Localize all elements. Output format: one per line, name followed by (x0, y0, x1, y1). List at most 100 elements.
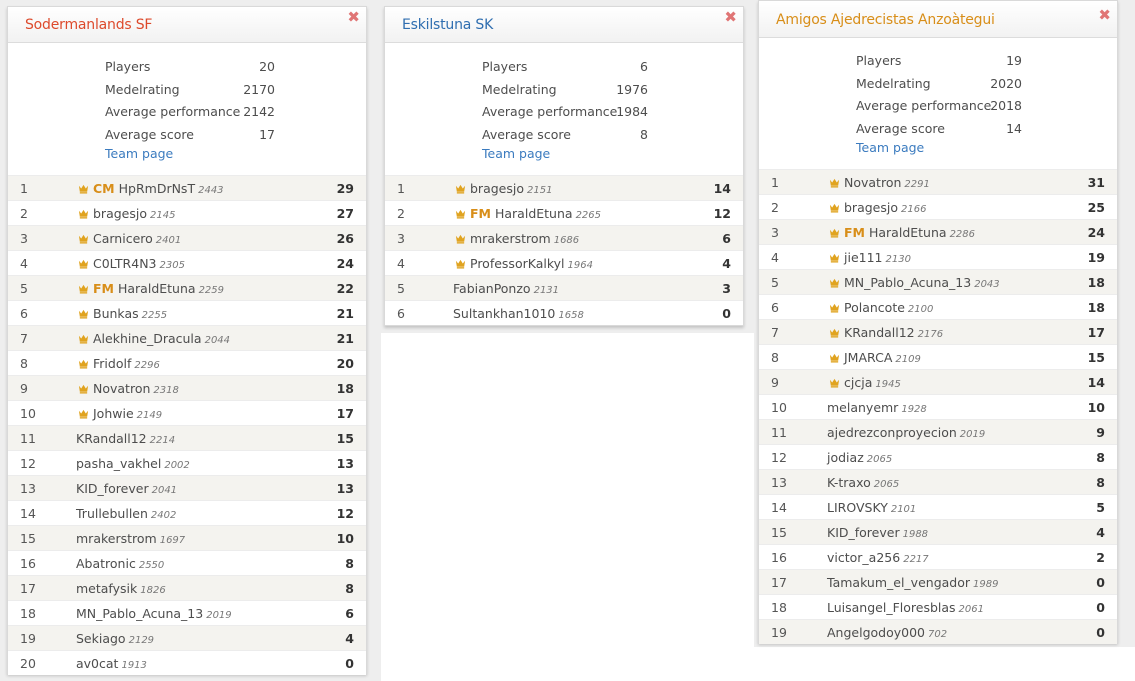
player-name: Novatron (93, 381, 151, 396)
player-name: Tamakum_el_vengador (827, 575, 971, 590)
player-rank: 4 (20, 256, 28, 271)
player-row: 10 melanyemr 1928 10 (759, 394, 1117, 419)
player-link[interactable]: CM HpRmDrNsT 2443 (78, 176, 224, 203)
player-row: 6 Polancote 2100 18 (759, 294, 1117, 319)
player-name: Novatron (844, 175, 902, 190)
player-link[interactable]: jie111 2130 (829, 245, 911, 272)
player-link[interactable]: Polancote 2100 (829, 295, 933, 322)
player-score: 21 (336, 331, 354, 346)
player-name: Trullebullen (76, 506, 148, 521)
player-rating: 2131 (533, 285, 560, 296)
player-rating: 2166 (901, 204, 927, 215)
player-score: 0 (1096, 600, 1105, 615)
player-link[interactable]: Bunkas 2255 (78, 301, 167, 328)
player-link[interactable]: C0LTR4N3 2305 (78, 251, 185, 278)
player-link[interactable]: Tamakum_el_vengador 1989 (827, 570, 998, 597)
player-link[interactable]: ProfessorKalkyl 1964 (455, 251, 593, 278)
player-rank: 9 (771, 375, 779, 390)
player-link[interactable]: bragesjo 2151 (455, 176, 552, 203)
player-score: 24 (336, 256, 354, 271)
player-link[interactable]: cjcja 1945 (829, 370, 901, 397)
player-link[interactable]: ajedrezconproyecion 2019 (827, 420, 985, 447)
player-link[interactable]: metafysik 1826 (76, 576, 166, 603)
player-score: 18 (336, 381, 354, 396)
player-row: 14 LIROVSKY 2101 5 (759, 494, 1117, 519)
team-page-link[interactable]: Team page (856, 140, 924, 155)
player-rank: 19 (20, 631, 36, 646)
stat-average-performance: Average performance 2018 (856, 95, 1022, 118)
player-row: 17 metafysik 1826 8 (8, 575, 366, 600)
player-row: 4 ProfessorKalkyl 1964 4 (385, 250, 743, 275)
player-score: 10 (336, 531, 354, 546)
player-link[interactable]: Novatron 2318 (78, 376, 179, 403)
player-rank: 17 (771, 575, 787, 590)
player-rank: 4 (397, 256, 405, 271)
player-rank: 5 (20, 281, 28, 296)
player-link[interactable]: bragesjo 2166 (829, 195, 926, 222)
close-icon[interactable]: ✖ (347, 10, 360, 25)
player-link[interactable]: mrakerstrom 1686 (455, 226, 579, 253)
player-rank: 19 (771, 625, 787, 640)
player-link[interactable]: Novatron 2291 (829, 170, 930, 197)
stat-value-players: 20 (259, 59, 275, 74)
player-link[interactable]: MN_Pablo_Acuna_13 2019 (76, 601, 232, 628)
player-link[interactable]: Trullebullen 2402 (76, 501, 176, 528)
player-rank: 12 (771, 450, 787, 465)
team-page-link[interactable]: Team page (105, 146, 173, 161)
player-name: Sekiago (76, 631, 126, 646)
team-card-amigos-ajedrecistas: Amigos Ajedrecistas Anzoàtegui ✖ Players… (758, 0, 1118, 644)
player-link[interactable]: Carnicero 2401 (78, 226, 181, 253)
stat-label-players: Players (856, 53, 902, 68)
player-link[interactable]: JMARCA 2109 (829, 345, 921, 372)
player-link[interactable]: Fridolf 2296 (78, 351, 160, 378)
player-row: 2 bragesjo 2145 27 (8, 200, 366, 225)
player-link[interactable]: KRandall12 2214 (76, 426, 175, 453)
player-link[interactable]: melanyemr 1928 (827, 395, 927, 422)
stat-average-score: Average score 17 (105, 124, 275, 147)
player-link[interactable]: Abatronic 2550 (76, 551, 164, 578)
player-link[interactable]: Angelgodoy000 702 (827, 620, 947, 647)
player-rating: 2214 (149, 435, 176, 446)
player-rating: 2065 (866, 454, 893, 465)
player-link[interactable]: Sekiago 2129 (76, 626, 154, 653)
team-name[interactable]: Sodermanlands SF (25, 17, 152, 33)
player-link[interactable]: FM HaraldEtuna 2259 (78, 276, 224, 303)
player-link[interactable]: pasha_vakhel 2002 (76, 451, 190, 478)
player-link[interactable]: bragesjo 2145 (78, 201, 175, 228)
player-link[interactable]: K-traxo 2065 (827, 470, 899, 497)
player-link[interactable]: FM HaraldEtuna 2286 (829, 220, 975, 247)
close-icon[interactable]: ✖ (1098, 8, 1111, 23)
player-name: Johwie (93, 406, 134, 421)
team-name[interactable]: Eskilstuna SK (402, 17, 493, 33)
player-link[interactable]: Sultankhan1010 1658 (453, 301, 584, 328)
player-name: HaraldEtuna (494, 206, 573, 221)
stat-average-score: Average score 14 (856, 118, 1022, 141)
player-link[interactable]: victor_a256 2217 (827, 545, 929, 572)
player-link[interactable]: Johwie 2149 (78, 401, 162, 428)
player-row: 18 MN_Pablo_Acuna_13 2019 6 (8, 600, 366, 625)
player-link[interactable]: Alekhine_Dracula 2044 (78, 326, 230, 353)
player-link[interactable]: FabianPonzo 2131 (453, 276, 559, 303)
player-score: 17 (336, 406, 354, 421)
player-link[interactable]: MN_Pablo_Acuna_13 2043 (829, 270, 1000, 297)
player-link[interactable]: KID_forever 1988 (827, 520, 928, 547)
player-score: 13 (336, 456, 354, 471)
player-link[interactable]: FM HaraldEtuna 2265 (455, 201, 601, 228)
player-link[interactable]: Luisangel_Floresblas 2061 (827, 595, 984, 622)
player-link[interactable]: mrakerstrom 1697 (76, 526, 185, 553)
close-icon[interactable]: ✖ (724, 10, 737, 25)
stat-label-medelrating: Medelrating (105, 81, 180, 97)
player-link[interactable]: LIROVSKY 2101 (827, 495, 916, 522)
player-link[interactable]: jodiaz 2065 (827, 445, 892, 472)
player-link[interactable]: KID_forever 2041 (76, 476, 177, 503)
player-link[interactable]: av0cat 1913 (76, 651, 147, 678)
player-rating: 1988 (902, 529, 929, 540)
team-page-link[interactable]: Team page (482, 146, 550, 161)
player-name: victor_a256 (827, 550, 901, 565)
player-rank: 13 (771, 475, 787, 490)
stat-value-average-performance: 1984 (616, 104, 648, 120)
player-link[interactable]: KRandall12 2176 (829, 320, 943, 347)
player-row: 19 Angelgodoy000 702 0 (759, 619, 1117, 644)
team-name[interactable]: Amigos Ajedrecistas Anzoàtegui (776, 12, 995, 28)
crown-icon (455, 227, 466, 244)
